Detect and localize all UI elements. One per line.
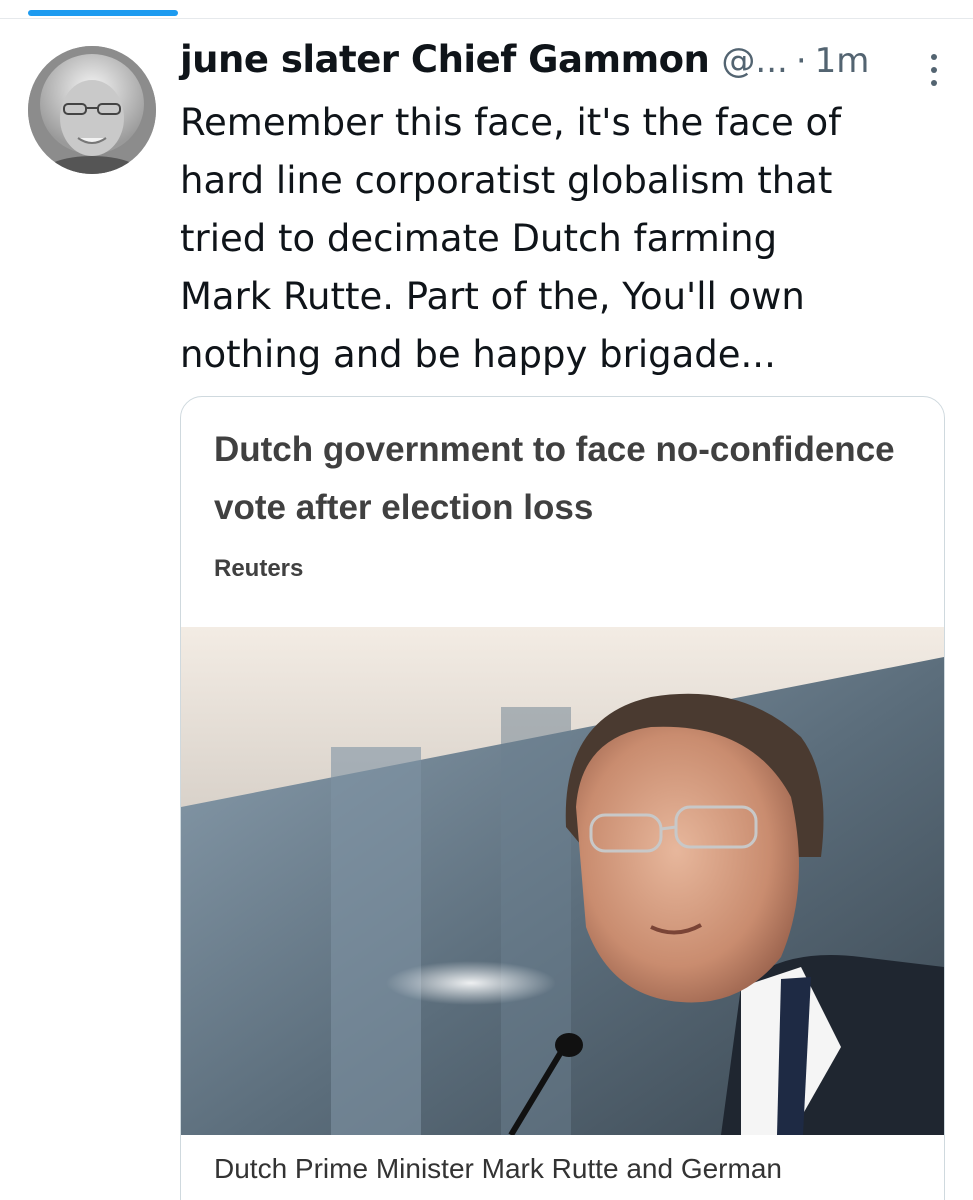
more-vertical-icon[interactable] [928, 52, 940, 88]
tweet-header: june slater Chief Gammon @... · 1m [180, 38, 950, 94]
card-photo[interactable] [181, 627, 944, 1135]
tweet-timestamp[interactable]: 1m [815, 41, 870, 81]
link-preview-card[interactable]: Dutch government to face no-confidence v… [180, 396, 945, 1200]
separator-dot: · [795, 41, 807, 81]
card-source: Reuters [214, 555, 304, 582]
author-handle[interactable]: @... [721, 41, 787, 81]
active-tab-indicator [28, 10, 178, 16]
divider [0, 18, 973, 19]
avatar-portrait-image [28, 46, 156, 174]
tweet-screen: june slater Chief Gammon @... · 1m Remem… [0, 0, 973, 1200]
tweet-text: Remember this face, it's the face of har… [180, 101, 842, 376]
card-headline[interactable]: Dutch government to face no-confidence v… [214, 421, 914, 537]
tweet-body: june slater Chief Gammon @... · 1m Remem… [180, 38, 950, 384]
author-display-name[interactable]: june slater Chief Gammon [180, 38, 710, 81]
news-photo-image [181, 627, 944, 1135]
card-photo-caption: Dutch Prime Minister Mark Rutte and Germ… [214, 1153, 782, 1184]
avatar[interactable] [28, 46, 156, 174]
